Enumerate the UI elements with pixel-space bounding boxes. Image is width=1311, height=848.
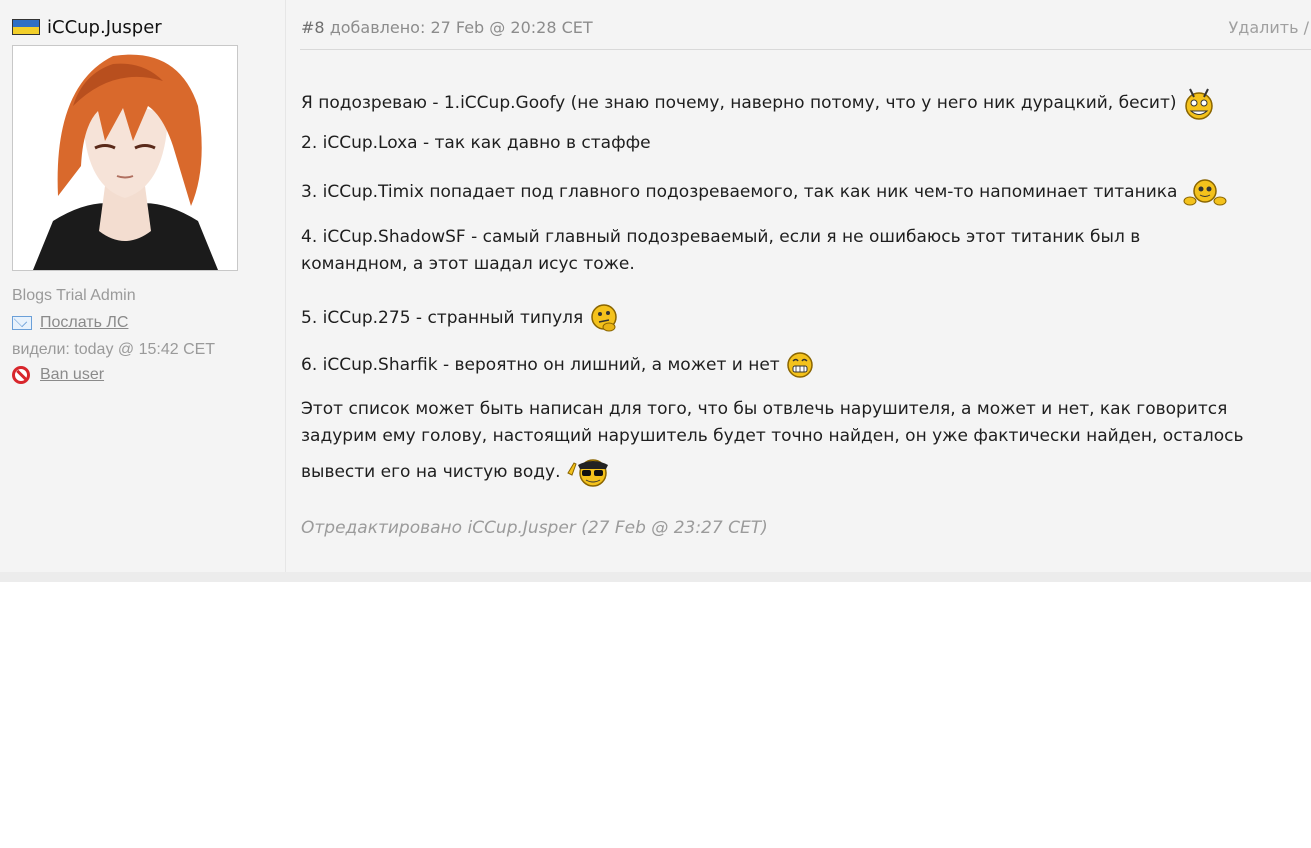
post-added-date: добавлено: 27 Feb @ 20:28 CET: [329, 18, 593, 37]
send-pm-label[interactable]: Послать ЛС: [40, 314, 128, 332]
edited-note: Отредактировано iCCup.Jusper (27 Feb @ 2…: [301, 518, 768, 538]
post-paragraph-7: Этот список может быть написан для того,…: [301, 396, 1227, 423]
post-paragraph-3: 3. iCCup.Timix попадает под главного под…: [301, 177, 1227, 207]
post-text: 3. iCCup.Timix попадает под главного под…: [301, 182, 1178, 202]
ban-icon: [12, 366, 30, 384]
last-seen: видели: today @ 15:42 CET: [12, 341, 216, 358]
peeking-smiley-icon: [1183, 179, 1227, 206]
ban-user-label[interactable]: Ban user: [40, 366, 104, 384]
post-text: 5. iCCup.275 - странный типуля: [301, 308, 584, 328]
post-paragraph-7b: задурим ему голову, настоящий нарушитель…: [301, 423, 1244, 450]
post-text: Этот список может быть написан для того,…: [301, 399, 1228, 419]
post-paragraph-4b: командном, а этот шадал исус тоже.: [301, 251, 635, 278]
post-bottom-border: [0, 572, 1311, 582]
post-text: 4. iCCup.ShadowSF - самый главный подозр…: [301, 227, 1141, 247]
angry-smiley-icon: [1185, 88, 1213, 120]
ban-user-link[interactable]: Ban user: [12, 366, 104, 384]
post-meta: #8 добавлено: 27 Feb @ 20:28 CET: [301, 18, 593, 37]
post-text: вывести его на чистую воду.: [301, 462, 561, 482]
post-paragraph-7c: вывести его на чистую воду.: [301, 455, 610, 489]
post-text: командном, а этот шадал исус тоже.: [301, 254, 635, 274]
post-text: 6. iCCup.Sharfik - вероятно он лишний, а…: [301, 355, 780, 375]
post-text: задурим ему голову, настоящий нарушитель…: [301, 426, 1244, 446]
author-row: iCCup.Jusper: [12, 16, 162, 38]
delete-link[interactable]: Удалить /: [1229, 18, 1309, 37]
post-paragraph-5: 5. iCCup.275 - странный типуля: [301, 302, 619, 334]
ukraine-flag-icon: [12, 19, 40, 35]
post-number[interactable]: #8: [301, 18, 325, 37]
post-paragraph-6: 6. iCCup.Sharfik - вероятно он лишний, а…: [301, 350, 815, 380]
send-pm-link[interactable]: Послать ЛС: [12, 314, 128, 332]
sidebar-divider: [285, 0, 286, 572]
post-paragraph-1: Я подозреваю - 1.iCCup.Goofy (не знаю по…: [301, 85, 1216, 121]
author-username[interactable]: iCCup.Jusper: [47, 17, 162, 38]
post-paragraph-4: 4. iCCup.ShadowSF - самый главный подозр…: [301, 224, 1140, 251]
mail-icon: [12, 316, 32, 330]
post-text: Я подозреваю - 1.iCCup.Goofy (не знаю по…: [301, 93, 1177, 113]
sunglasses-smiley-icon: [567, 459, 608, 487]
avatar[interactable]: [12, 45, 238, 271]
grinning-smiley-icon: [787, 352, 813, 378]
post-text: 2. iCCup.Loxa - так как давно в стаффе: [301, 133, 651, 153]
header-divider: [300, 49, 1311, 50]
post-paragraph-2: 2. iCCup.Loxa - так как давно в стаффе: [301, 130, 651, 157]
thinking-smiley-icon: [590, 304, 617, 332]
author-role: Blogs Trial Admin: [12, 287, 136, 304]
